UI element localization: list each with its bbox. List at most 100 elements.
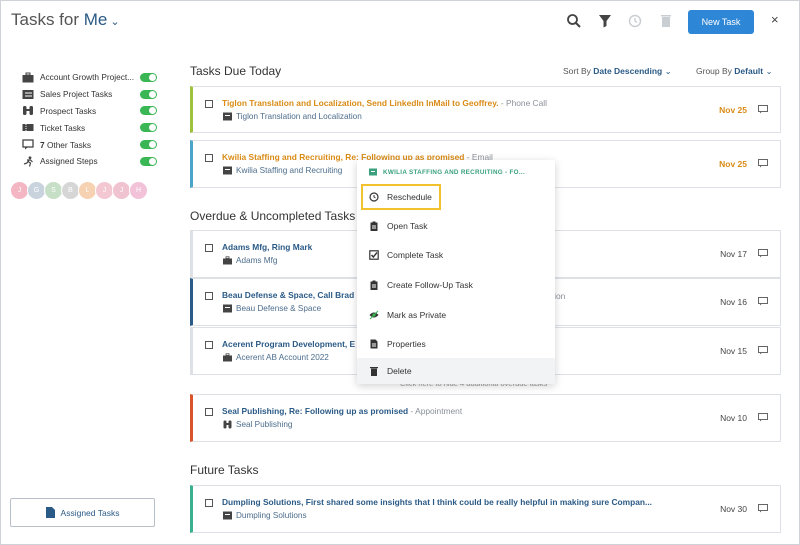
task-checkbox[interactable]	[205, 100, 213, 108]
menu-item-label: Complete Task	[387, 250, 444, 260]
filter-sales-project[interactable]: Sales Project Tasks	[22, 86, 157, 103]
list-icon	[22, 89, 34, 100]
menu-item-label: Properties	[387, 339, 426, 349]
task-title[interactable]: Tiglon Translation and Localization, Sen…	[222, 98, 547, 108]
briefcase-icon	[223, 353, 232, 362]
task-title[interactable]: Seal Publishing, Re: Following up as pro…	[222, 406, 462, 416]
filter-prospect[interactable]: Prospect Tasks	[22, 103, 157, 120]
close-icon[interactable]: ×	[771, 12, 779, 27]
checkbox-icon	[369, 250, 379, 260]
sort-prefix: Sort By	[563, 66, 591, 76]
menu-item-complete-task[interactable]: Complete Task	[357, 241, 555, 269]
task-checkbox[interactable]	[205, 341, 213, 349]
task-account[interactable]: Beau Defense & Space	[223, 304, 321, 313]
comment-icon[interactable]	[758, 346, 768, 355]
page-title[interactable]: Tasks for Me ⌄	[11, 10, 120, 30]
filter-toggle[interactable]	[140, 72, 157, 82]
task-checkbox[interactable]	[205, 408, 213, 416]
context-menu-title: KWILIA STAFFING AND RECRUITING - FO...	[383, 168, 525, 176]
task-date: Nov 17	[720, 249, 747, 259]
eye-icon	[369, 310, 379, 320]
comment-icon	[22, 139, 34, 150]
task-checkbox[interactable]	[205, 499, 213, 507]
task-account-name: Adams Mfg	[236, 256, 278, 265]
task-account[interactable]: Adams Mfg	[223, 256, 277, 265]
filter-toggle[interactable]	[140, 123, 157, 133]
comment-icon[interactable]	[758, 504, 768, 513]
menu-item-delete[interactable]: Delete	[357, 358, 555, 384]
avatar[interactable]: H	[129, 181, 148, 200]
sort-by-dropdown[interactable]: Sort By Date Descending ⌄	[563, 66, 672, 77]
clipboard-icon	[369, 280, 379, 290]
filter-icon[interactable]	[597, 13, 613, 29]
filter-toggle[interactable]	[140, 156, 157, 166]
clipboard-icon	[369, 221, 379, 231]
task-card[interactable]: Seal Publishing, Re: Following up as pro…	[190, 394, 781, 442]
filter-toggle[interactable]	[140, 106, 157, 116]
task-title-text: Tiglon Translation and Localization, Sen…	[222, 98, 499, 108]
filter-count: 7	[40, 139, 45, 150]
task-filter-list: Account Growth Project... Sales Project …	[22, 69, 157, 170]
section-future: Future Tasks	[190, 463, 259, 477]
group-by-dropdown[interactable]: Group By Default ⌄	[696, 66, 773, 77]
task-date: Nov 30	[720, 504, 747, 514]
task-account[interactable]: Seal Publishing	[223, 420, 292, 429]
list-icon	[369, 168, 377, 176]
menu-item-properties[interactable]: Properties	[357, 330, 555, 358]
task-title[interactable]: Dumpling Solutions, First shared some in…	[222, 497, 652, 507]
document-icon	[369, 339, 379, 349]
filter-other[interactable]: 7 Other Tasks	[22, 136, 157, 153]
title-user: Me	[83, 10, 108, 29]
comment-icon[interactable]	[758, 249, 768, 258]
assigned-tasks-button[interactable]: Assigned Tasks	[10, 498, 155, 527]
menu-item-mark-private[interactable]: Mark as Private	[357, 301, 555, 329]
comment-icon[interactable]	[758, 105, 768, 114]
filter-toggle[interactable]	[140, 89, 157, 99]
task-date: Nov 25	[719, 159, 747, 169]
section-overdue: Overdue & Uncompleted Tasks	[190, 209, 356, 223]
task-account[interactable]: Dumpling Solutions	[223, 511, 307, 520]
task-account-name: Seal Publishing	[236, 420, 293, 429]
menu-item-create-follow-up[interactable]: Create Follow-Up Task	[357, 271, 555, 299]
filter-toggle[interactable]	[140, 140, 157, 150]
reschedule-icon[interactable]	[627, 13, 643, 29]
list-icon	[223, 511, 232, 520]
menu-item-label: Create Follow-Up Task	[387, 280, 473, 290]
list-icon	[223, 112, 232, 121]
group-prefix: Group By	[696, 66, 732, 76]
task-title[interactable]: Beau Defense & Space, Call Brad	[222, 290, 354, 300]
sort-value: Date Descending	[593, 66, 663, 76]
chevron-down-icon: ⌄	[664, 66, 672, 76]
search-icon[interactable]	[566, 13, 582, 29]
task-checkbox[interactable]	[205, 244, 213, 252]
filter-assigned-steps[interactable]: Assigned Steps	[22, 153, 157, 170]
comment-icon[interactable]	[758, 413, 768, 422]
task-account[interactable]: Tiglon Translation and Localization	[223, 112, 362, 121]
task-account[interactable]: Kwilia Staffing and Recruiting	[223, 166, 342, 175]
filter-account-growth[interactable]: Account Growth Project...	[22, 69, 157, 86]
menu-item-label: Reschedule	[387, 192, 432, 202]
task-card[interactable]: Dumpling Solutions, First shared some in…	[190, 485, 781, 533]
task-card[interactable]: Tiglon Translation and Localization, Sen…	[190, 86, 781, 133]
task-checkbox[interactable]	[205, 292, 213, 300]
filter-label-text: Other Tasks	[46, 139, 92, 150]
title-prefix: Tasks for	[11, 10, 80, 29]
task-checkbox[interactable]	[205, 154, 213, 162]
menu-item-reschedule[interactable]: Reschedule	[361, 184, 441, 210]
task-title[interactable]: Acerent Program Development, E	[222, 339, 355, 349]
task-kind: - Appointment	[410, 406, 463, 416]
comment-icon[interactable]	[758, 297, 768, 306]
task-context-menu: KWILIA STAFFING AND RECRUITING - FO... R…	[357, 160, 555, 384]
task-account[interactable]: Acerent AB Account 2022	[223, 353, 329, 362]
task-title[interactable]: Adams Mfg, Ring Mark	[222, 242, 312, 252]
comment-icon[interactable]	[758, 159, 768, 168]
menu-item-open-task[interactable]: Open Task	[357, 212, 555, 240]
trash-icon[interactable]	[658, 13, 674, 29]
chevron-down-icon: ⌄	[110, 16, 120, 28]
filter-ticket[interactable]: Ticket Tasks	[22, 119, 157, 136]
new-task-button[interactable]: New Task	[688, 10, 754, 34]
task-date: Nov 16	[720, 297, 747, 307]
trash-icon	[369, 366, 379, 376]
filter-label: Sales Project Tasks	[40, 89, 113, 100]
filter-label: 7 Other Tasks	[40, 140, 140, 150]
